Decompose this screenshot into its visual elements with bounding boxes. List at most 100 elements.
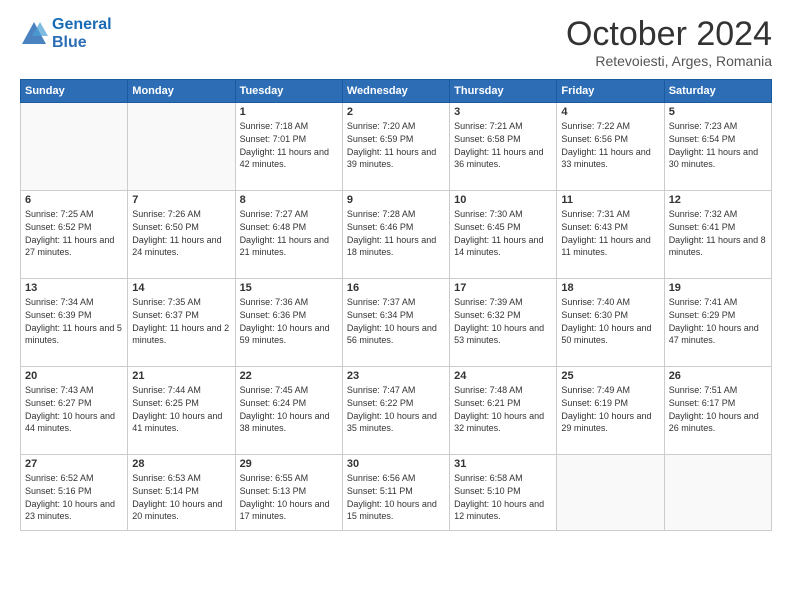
day-cell: 29Sunrise: 6:55 AM Sunset: 5:13 PM Dayli… — [235, 455, 342, 531]
day-info: Sunrise: 7:51 AM Sunset: 6:17 PM Dayligh… — [669, 384, 767, 434]
day-cell — [664, 455, 771, 531]
title-block: October 2024 Retevoiesti, Arges, Romania — [566, 16, 772, 69]
day-number: 7 — [132, 194, 230, 206]
day-info: Sunrise: 7:22 AM Sunset: 6:56 PM Dayligh… — [561, 120, 659, 170]
day-cell: 26 Sunrise: 7:51 AM Sunset: 6:17 PM Dayli… — [664, 367, 771, 455]
day-number: 13 — [25, 282, 123, 294]
day-number: 4 — [561, 106, 659, 118]
day-number: 12 — [669, 194, 767, 206]
day-number: 24 — [454, 370, 552, 382]
day-cell: 23 Sunrise: 7:47 AM Sunset: 6:22 PM Dayli… — [342, 367, 449, 455]
day-cell: 10Sunrise: 7:30 AM Sunset: 6:45 PM Dayli… — [450, 191, 557, 279]
day-number: 27 — [25, 458, 123, 470]
day-number: 30 — [347, 458, 445, 470]
day-number: 22 — [240, 370, 338, 382]
day-number: 6 — [25, 194, 123, 206]
col-tuesday: Tuesday — [235, 80, 342, 103]
logo-text: General Blue — [52, 16, 112, 51]
logo-general: General — [52, 16, 112, 33]
calendar-week-5: 27 Sunrise: 6:52 AM Sunset: 5:16 PM Dayli… — [21, 455, 772, 531]
day-cell: 17 Sunrise: 7:39 AM Sunset: 6:32 PM Dayli… — [450, 279, 557, 367]
day-info: Sunrise: 6:55 AM Sunset: 5:13 PM Dayligh… — [240, 472, 338, 522]
day-number: 11 — [561, 194, 659, 206]
day-cell — [557, 455, 664, 531]
day-info: Sunrise: 7:30 AM Sunset: 6:45 PM Dayligh… — [454, 208, 552, 258]
day-info: Sunrise: 7:40 AM Sunset: 6:30 PM Dayligh… — [561, 296, 659, 346]
day-cell: 27 Sunrise: 6:52 AM Sunset: 5:16 PM Dayli… — [21, 455, 128, 531]
day-cell: 2 Sunrise: 7:20 AM Sunset: 6:59 PM Daylig… — [342, 103, 449, 191]
col-thursday: Thursday — [450, 80, 557, 103]
col-wednesday: Wednesday — [342, 80, 449, 103]
day-info: Sunrise: 7:49 AM Sunset: 6:19 PM Dayligh… — [561, 384, 659, 434]
day-info: Sunrise: 7:45 AM Sunset: 6:24 PM Dayligh… — [240, 384, 338, 434]
header: General Blue October 2024 Retevoiesti, A… — [20, 16, 772, 69]
col-monday: Monday — [128, 80, 235, 103]
day-number: 5 — [669, 106, 767, 118]
day-cell: 6Sunrise: 7:25 AM Sunset: 6:52 PM Daylig… — [21, 191, 128, 279]
day-cell: 11 Sunrise: 7:31 AM Sunset: 6:43 PM Dayli… — [557, 191, 664, 279]
day-cell — [128, 103, 235, 191]
day-info: Sunrise: 7:23 AM Sunset: 6:54 PM Dayligh… — [669, 120, 767, 170]
day-info: Sunrise: 7:43 AM Sunset: 6:27 PM Dayligh… — [25, 384, 123, 434]
day-number: 9 — [347, 194, 445, 206]
calendar-subtitle: Retevoiesti, Arges, Romania — [566, 53, 772, 69]
day-number: 17 — [454, 282, 552, 294]
day-info: Sunrise: 7:31 AM Sunset: 6:43 PM Dayligh… — [561, 208, 659, 258]
calendar-table: Sunday Monday Tuesday Wednesday Thursday… — [20, 79, 772, 531]
day-info: Sunrise: 7:44 AM Sunset: 6:25 PM Dayligh… — [132, 384, 230, 434]
day-number: 3 — [454, 106, 552, 118]
day-cell: 1 Sunrise: 7:18 AM Sunset: 7:01 PM Daylig… — [235, 103, 342, 191]
calendar-week-1: 1 Sunrise: 7:18 AM Sunset: 7:01 PM Daylig… — [21, 103, 772, 191]
day-info: Sunrise: 7:47 AM Sunset: 6:22 PM Dayligh… — [347, 384, 445, 434]
day-cell: 5 Sunrise: 7:23 AM Sunset: 6:54 PM Daylig… — [664, 103, 771, 191]
day-number: 20 — [25, 370, 123, 382]
day-info: Sunrise: 7:35 AM Sunset: 6:37 PM Dayligh… — [132, 296, 230, 346]
day-info: Sunrise: 7:27 AM Sunset: 6:48 PM Dayligh… — [240, 208, 338, 258]
day-number: 28 — [132, 458, 230, 470]
page: General Blue October 2024 Retevoiesti, A… — [0, 0, 792, 612]
day-info: Sunrise: 7:32 AM Sunset: 6:41 PM Dayligh… — [669, 208, 767, 258]
calendar-title: October 2024 — [566, 16, 772, 53]
day-info: Sunrise: 6:52 AM Sunset: 5:16 PM Dayligh… — [25, 472, 123, 522]
day-info: Sunrise: 7:39 AM Sunset: 6:32 PM Dayligh… — [454, 296, 552, 346]
day-info: Sunrise: 6:56 AM Sunset: 5:11 PM Dayligh… — [347, 472, 445, 522]
day-number: 23 — [347, 370, 445, 382]
col-sunday: Sunday — [21, 80, 128, 103]
day-cell: 31Sunrise: 6:58 AM Sunset: 5:10 PM Dayli… — [450, 455, 557, 531]
day-cell: 4 Sunrise: 7:22 AM Sunset: 6:56 PM Daylig… — [557, 103, 664, 191]
calendar-week-3: 13Sunrise: 7:34 AM Sunset: 6:39 PM Dayli… — [21, 279, 772, 367]
day-cell: 19Sunrise: 7:41 AM Sunset: 6:29 PM Dayli… — [664, 279, 771, 367]
col-saturday: Saturday — [664, 80, 771, 103]
day-info: Sunrise: 7:18 AM Sunset: 7:01 PM Dayligh… — [240, 120, 338, 170]
logo-icon — [20, 20, 48, 48]
day-number: 18 — [561, 282, 659, 294]
day-number: 1 — [240, 106, 338, 118]
day-number: 15 — [240, 282, 338, 294]
day-info: Sunrise: 7:26 AM Sunset: 6:50 PM Dayligh… — [132, 208, 230, 258]
day-number: 16 — [347, 282, 445, 294]
day-cell: 28Sunrise: 6:53 AM Sunset: 5:14 PM Dayli… — [128, 455, 235, 531]
day-info: Sunrise: 7:20 AM Sunset: 6:59 PM Dayligh… — [347, 120, 445, 170]
day-info: Sunrise: 7:21 AM Sunset: 6:58 PM Dayligh… — [454, 120, 552, 170]
day-number: 25 — [561, 370, 659, 382]
day-cell: 12 Sunrise: 7:32 AM Sunset: 6:41 PM Dayli… — [664, 191, 771, 279]
day-info: Sunrise: 7:48 AM Sunset: 6:21 PM Dayligh… — [454, 384, 552, 434]
column-header-row: Sunday Monday Tuesday Wednesday Thursday… — [21, 80, 772, 103]
day-number: 21 — [132, 370, 230, 382]
day-cell: 16 Sunrise: 7:37 AM Sunset: 6:34 PM Dayli… — [342, 279, 449, 367]
calendar-week-2: 6Sunrise: 7:25 AM Sunset: 6:52 PM Daylig… — [21, 191, 772, 279]
col-friday: Friday — [557, 80, 664, 103]
day-cell: 7 Sunrise: 7:26 AM Sunset: 6:50 PM Daylig… — [128, 191, 235, 279]
day-cell: 18 Sunrise: 7:40 AM Sunset: 6:30 PM Dayli… — [557, 279, 664, 367]
day-number: 14 — [132, 282, 230, 294]
day-cell: 14 Sunrise: 7:35 AM Sunset: 6:37 PM Dayli… — [128, 279, 235, 367]
day-info: Sunrise: 7:36 AM Sunset: 6:36 PM Dayligh… — [240, 296, 338, 346]
day-number: 31 — [454, 458, 552, 470]
day-number: 2 — [347, 106, 445, 118]
day-cell: 8Sunrise: 7:27 AM Sunset: 6:48 PM Daylig… — [235, 191, 342, 279]
day-cell: 20 Sunrise: 7:43 AM Sunset: 6:27 PM Dayli… — [21, 367, 128, 455]
day-cell: 13Sunrise: 7:34 AM Sunset: 6:39 PM Dayli… — [21, 279, 128, 367]
day-number: 26 — [669, 370, 767, 382]
day-cell: 25 Sunrise: 7:49 AM Sunset: 6:19 PM Dayli… — [557, 367, 664, 455]
day-info: Sunrise: 7:37 AM Sunset: 6:34 PM Dayligh… — [347, 296, 445, 346]
